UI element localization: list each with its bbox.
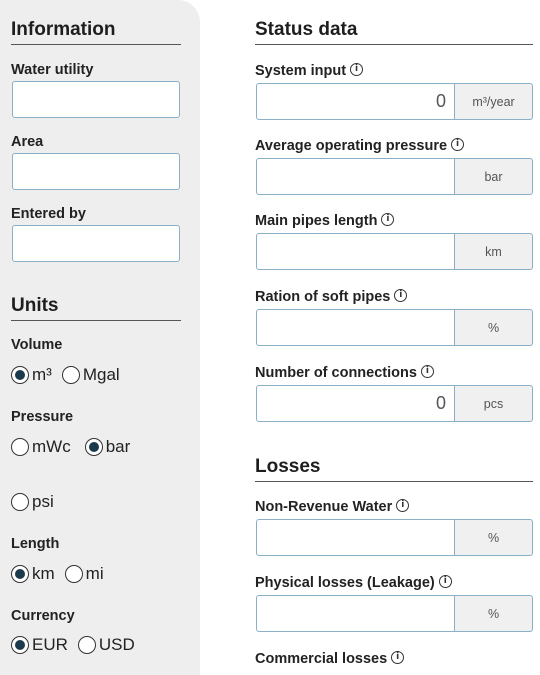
radio-unselected-icon[interactable] (64, 565, 83, 583)
avg-pressure-input[interactable] (256, 158, 454, 195)
avg-pressure-unit: bar (454, 158, 533, 195)
soft-pipes-ratio-field-group: % (256, 309, 533, 346)
system-input-label-text: System input (255, 63, 347, 79)
info-icon[interactable]: i (420, 365, 434, 378)
main-panel: Status data System inputi m³/year Averag… (200, 0, 540, 675)
non-revenue-water-input[interactable] (256, 519, 454, 556)
radio-selected-icon[interactable] (11, 366, 29, 384)
system-input-field-group: m³/year (256, 83, 533, 120)
radio-unselected-icon[interactable] (11, 493, 29, 511)
commercial-losses-label-text: Commercial losses (255, 651, 388, 667)
connections-input[interactable] (256, 385, 454, 422)
sidebar-panel: Information Water utility Area Entered b… (0, 0, 200, 675)
volume-option-mgal-label: Mgal (82, 365, 120, 384)
commercial-losses-label: Commercial losses i (255, 651, 405, 667)
info-icon[interactable]: i (438, 575, 452, 588)
soft-pipes-ratio-label-text: Ration of soft pipes (255, 289, 391, 305)
radio-unselected-icon[interactable] (77, 636, 96, 654)
entered-by-input[interactable] (12, 225, 180, 262)
water-utility-input[interactable] (12, 81, 180, 118)
main-pipes-length-input[interactable] (256, 233, 454, 270)
physical-losses-field-group: % (256, 595, 533, 632)
pressure-option-psi-label: psi (32, 492, 54, 511)
radio-selected-icon[interactable] (11, 636, 29, 654)
main-pipes-length-label: Main pipes length i (255, 213, 395, 229)
currency-option-usd-label: USD (98, 635, 135, 654)
avg-pressure-label-text: Average operating pressure (255, 138, 448, 154)
radio-unselected-icon[interactable] (61, 366, 80, 384)
currency-label: Currency (11, 608, 75, 624)
pressure-option-psi[interactable]: psi (11, 492, 54, 512)
units-heading: Units (11, 295, 181, 321)
length-radio-group: km mi (11, 564, 114, 584)
system-input-input[interactable] (256, 83, 454, 120)
non-revenue-water-label-text: Non-Revenue Water (255, 499, 393, 515)
main-pipes-length-field-group: km (256, 233, 533, 270)
volume-option-m3[interactable]: m³ (11, 365, 52, 385)
currency-radio-group: EUR USD (11, 635, 145, 655)
physical-losses-label: Physical losses (Leakage) i (255, 575, 452, 591)
avg-pressure-field-group: bar (256, 158, 533, 195)
water-utility-label: Water utility (11, 62, 94, 78)
pressure-option-mwc-label: mWc (32, 437, 71, 456)
status-data-heading: Status data (255, 19, 533, 45)
connections-label: Number of connections i (255, 365, 434, 381)
info-icon[interactable]: i (451, 138, 465, 151)
pressure-radio-group: mWc bar (11, 437, 140, 457)
connections-label-text: Number of connections (255, 365, 417, 381)
non-revenue-water-unit: % (454, 519, 533, 556)
info-icon[interactable]: i (350, 63, 364, 76)
pressure-radio-group-row2: psi (11, 492, 64, 512)
soft-pipes-ratio-label: Ration of soft pipes i (255, 289, 408, 305)
length-option-km-label: km (32, 564, 55, 583)
area-input[interactable] (12, 153, 180, 190)
system-input-label: System input i (255, 63, 364, 79)
info-icon[interactable]: i (381, 213, 395, 226)
volume-radio-group: m³ Mgal (11, 365, 130, 385)
non-revenue-water-field-group: % (256, 519, 533, 556)
area-label: Area (11, 134, 44, 150)
pressure-option-bar[interactable]: bar (84, 437, 131, 457)
pressure-option-bar-label: bar (105, 437, 131, 456)
volume-label: Volume (11, 337, 63, 353)
info-icon[interactable]: i (391, 651, 405, 664)
main-pipes-length-label-text: Main pipes length (255, 213, 378, 229)
physical-losses-label-text: Physical losses (Leakage) (255, 575, 435, 591)
radio-selected-icon[interactable] (11, 565, 29, 583)
radio-selected-icon[interactable] (84, 438, 103, 456)
currency-option-usd[interactable]: USD (77, 635, 135, 655)
length-option-mi[interactable]: mi (64, 564, 104, 584)
pressure-label: Pressure (11, 409, 74, 425)
volume-option-m3-label: m³ (32, 365, 52, 384)
length-option-km[interactable]: km (11, 564, 55, 584)
currency-option-eur-label: EUR (32, 635, 68, 654)
physical-losses-input[interactable] (256, 595, 454, 632)
soft-pipes-ratio-unit: % (454, 309, 533, 346)
connections-unit: pcs (454, 385, 533, 422)
volume-option-mgal[interactable]: Mgal (61, 365, 120, 385)
info-icon[interactable]: i (394, 289, 408, 302)
radio-unselected-icon[interactable] (11, 438, 29, 456)
info-icon[interactable]: i (396, 499, 410, 512)
information-heading: Information (11, 19, 181, 45)
physical-losses-unit: % (454, 595, 533, 632)
entered-by-label: Entered by (11, 206, 86, 222)
pressure-option-mwc[interactable]: mWc (11, 437, 71, 457)
length-option-mi-label: mi (85, 564, 104, 583)
soft-pipes-ratio-input[interactable] (256, 309, 454, 346)
main-pipes-length-unit: km (454, 233, 533, 270)
length-label: Length (11, 536, 60, 552)
avg-pressure-label: Average operating pressure i (255, 138, 465, 154)
currency-option-eur[interactable]: EUR (11, 635, 68, 655)
losses-heading: Losses (255, 456, 533, 482)
connections-field-group: pcs (256, 385, 533, 422)
non-revenue-water-label: Non-Revenue Water i (255, 499, 410, 515)
system-input-unit: m³/year (454, 83, 533, 120)
